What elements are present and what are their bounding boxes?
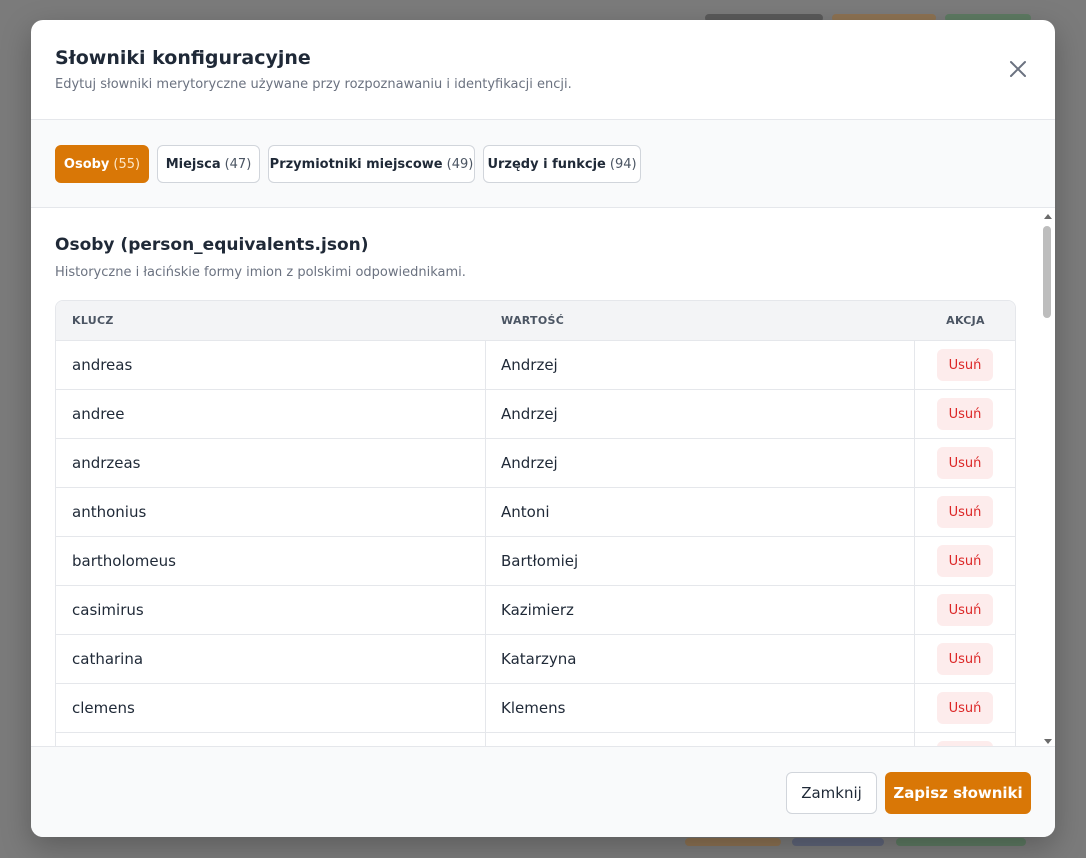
close-button[interactable]: Zamknij (786, 772, 877, 814)
tab-count: (47) (224, 156, 252, 172)
row-value[interactable]: Antoni (501, 488, 550, 536)
tab-urzedy-i-funkcje[interactable]: Urzędy i funkcje (94) (483, 145, 641, 183)
modal-footer: Zamknij Zapisz słowniki (31, 746, 1055, 837)
row-key[interactable]: andrzeas (72, 439, 141, 487)
row-key[interactable]: andreas (72, 341, 132, 389)
row-value[interactable]: Kazimierz (501, 586, 574, 634)
background-app-hint (792, 838, 884, 846)
table-header: KLUCZ WARTOŚĆ AKCJA (56, 301, 1015, 341)
dictionary-content[interactable]: Osoby (person_equivalents.json) Historyc… (31, 208, 1055, 746)
table-row: andrzeas Andrzej Usuń (56, 439, 1015, 488)
modal-title: Słowniki konfiguracyjne (55, 47, 311, 69)
delete-button[interactable]: Usuń (937, 692, 993, 724)
row-value[interactable]: Andrzej (501, 439, 558, 487)
table-row: bartholomeus Bartłomiej Usuń (56, 537, 1015, 586)
row-value[interactable]: Katarzyna (501, 635, 576, 683)
row-key[interactable]: bartholomeus (72, 537, 176, 585)
section-description: Historyczne i łacińskie formy imion z po… (55, 265, 466, 280)
dictionary-table: KLUCZ WARTOŚĆ AKCJA andreas Andrzej Usuń… (55, 300, 1016, 746)
close-icon[interactable] (1007, 58, 1029, 80)
tab-count: (94) (609, 156, 637, 172)
scroll-down-arrow-icon[interactable] (1044, 739, 1052, 744)
tab-label: Urzędy i funkcje (487, 156, 606, 172)
row-value[interactable]: Andrzej (501, 390, 558, 438)
tab-count: (49) (446, 156, 474, 172)
delete-button[interactable]: Usuń (937, 398, 993, 430)
background-app-hint (685, 838, 781, 846)
scroll-up-arrow-icon[interactable] (1044, 214, 1052, 219)
tab-count: (55) (113, 156, 141, 172)
row-value[interactable]: Bartłomiej (501, 537, 578, 585)
save-dictionaries-button[interactable]: Zapisz słowniki (885, 772, 1031, 814)
delete-button[interactable]: Usuń (937, 447, 993, 479)
delete-button[interactable]: Usuń (937, 594, 993, 626)
tab-label: Przymiotniki miejscowe (269, 156, 443, 172)
section-title: Osoby (person_equivalents.json) (55, 235, 369, 255)
table-row: andreas Andrzej Usuń (56, 341, 1015, 390)
tabs-bar: Osoby (55) Miejsca (47) Przymiotniki mie… (31, 120, 1055, 208)
row-key[interactable]: casimirus (72, 586, 144, 634)
row-value[interactable]: Andrzej (501, 341, 558, 389)
table-row: andree Andrzej Usuń (56, 390, 1015, 439)
row-key[interactable]: andree (72, 390, 125, 438)
delete-button[interactable]: Usuń (937, 545, 993, 577)
table-row: Usuń (56, 733, 1015, 746)
header-value: WARTOŚĆ (501, 314, 565, 327)
header-key: KLUCZ (72, 314, 114, 327)
delete-button[interactable]: Usuń (937, 643, 993, 675)
background-app-hint (896, 838, 1026, 846)
tab-przymiotniki-miejscowe[interactable]: Przymiotniki miejscowe (49) (268, 145, 475, 183)
modal-subtitle: Edytuj słowniki merytoryczne używane prz… (55, 77, 572, 92)
row-value[interactable]: Klemens (501, 684, 565, 732)
delete-button[interactable]: Usuń (937, 349, 993, 381)
table-row: anthonius Antoni Usuń (56, 488, 1015, 537)
header-action: AKCJA (946, 314, 985, 327)
scroll-thumb[interactable] (1043, 226, 1051, 318)
table-row: catharina Katarzyna Usuń (56, 635, 1015, 684)
delete-button[interactable]: Usuń (937, 496, 993, 528)
row-key[interactable]: anthonius (72, 488, 146, 536)
table-row: clemens Klemens Usuń (56, 684, 1015, 733)
modal-header: Słowniki konfiguracyjne Edytuj słowniki … (31, 20, 1055, 120)
tab-osoby[interactable]: Osoby (55) (55, 145, 149, 183)
tab-miejsca[interactable]: Miejsca (47) (157, 145, 260, 183)
content-scrollbar[interactable] (1041, 212, 1053, 746)
row-key[interactable]: catharina (72, 635, 143, 683)
table-row: casimirus Kazimierz Usuń (56, 586, 1015, 635)
tab-label: Miejsca (165, 156, 221, 172)
dictionaries-modal: Słowniki konfiguracyjne Edytuj słowniki … (31, 20, 1055, 837)
tab-label: Osoby (63, 156, 110, 172)
row-key[interactable]: clemens (72, 684, 135, 732)
